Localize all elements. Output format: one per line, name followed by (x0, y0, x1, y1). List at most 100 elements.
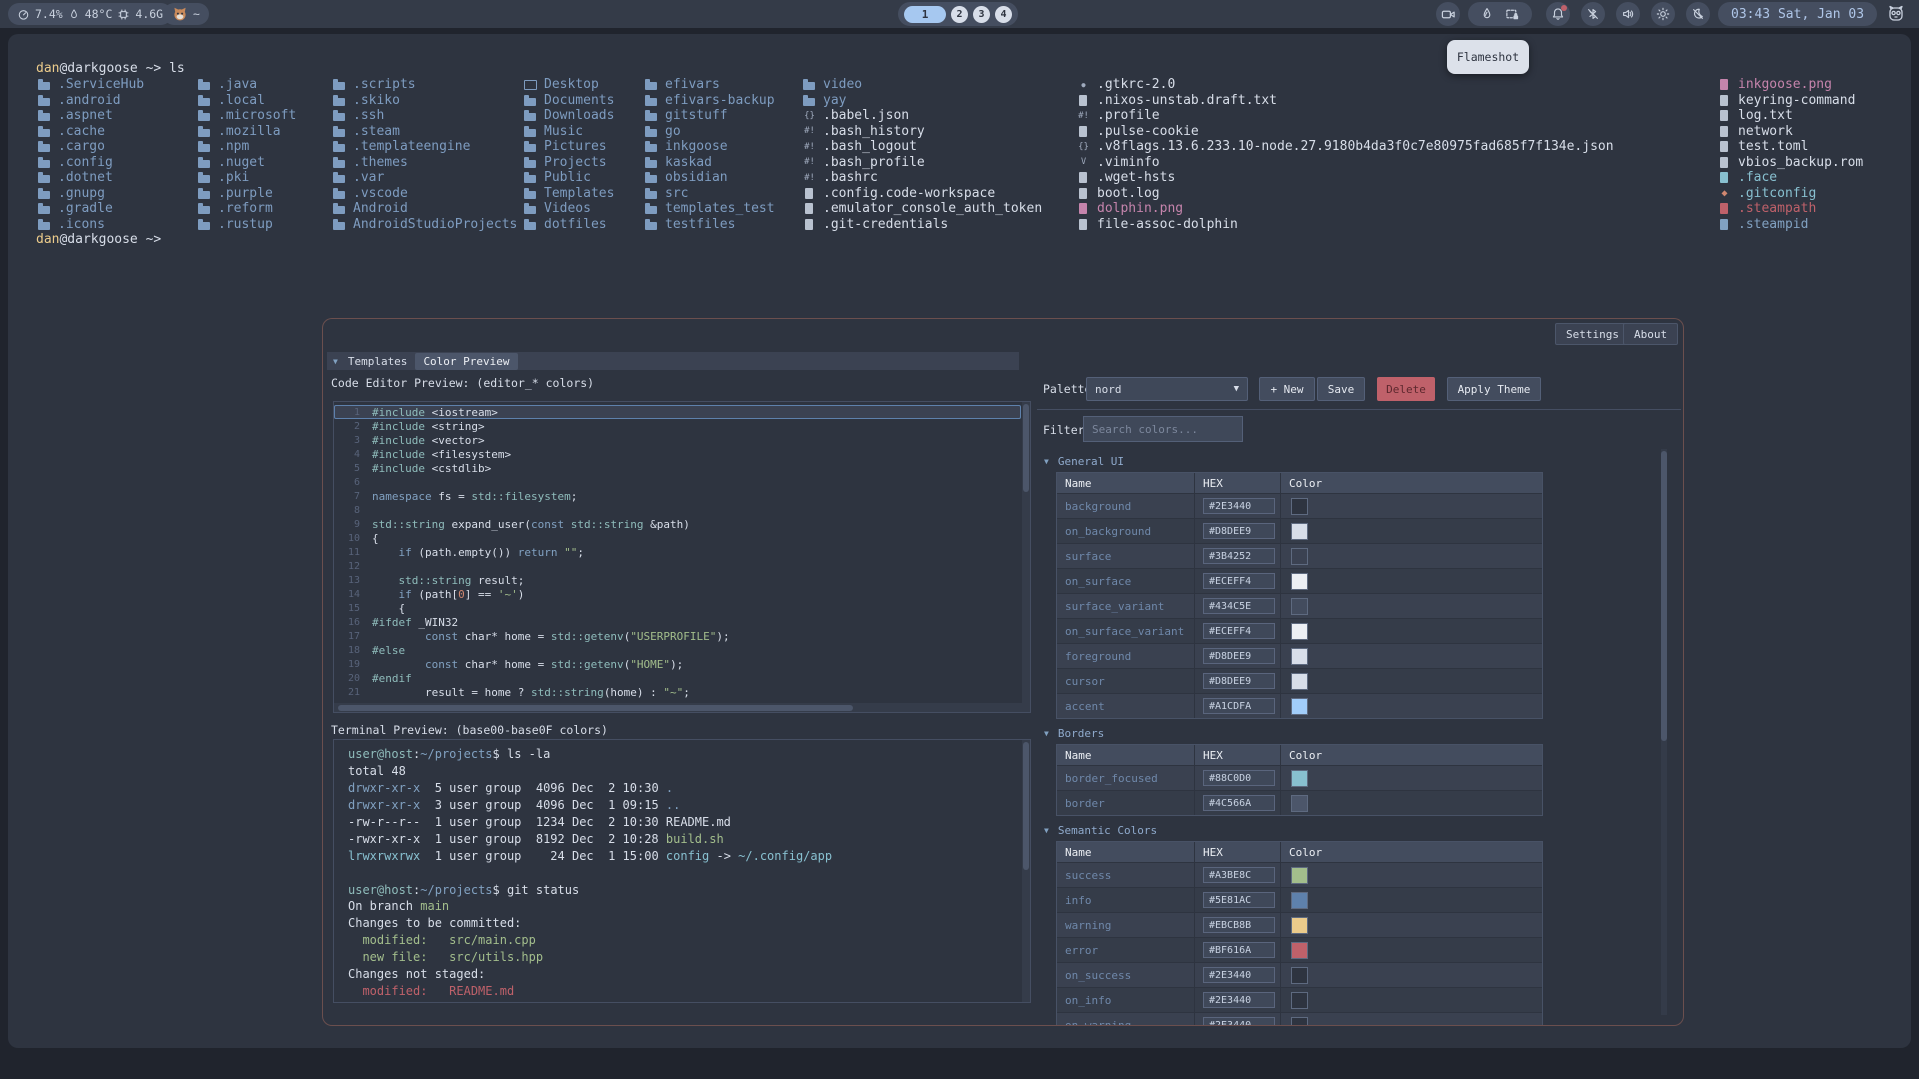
hex-input[interactable]: #3B4252 (1203, 548, 1275, 564)
ls-entry: go (645, 124, 775, 140)
workspace-4[interactable]: 4 (995, 6, 1012, 23)
ls-entry: .face (1718, 170, 1863, 186)
color-swatch[interactable] (1291, 498, 1308, 515)
color-swatch[interactable] (1291, 573, 1308, 590)
file-name: .aspnet (58, 108, 113, 123)
ls-column: efivarsefivars-backupgitstuffgoinkgoosek… (645, 77, 775, 232)
color-swatch[interactable] (1291, 942, 1308, 959)
text-segment: ); (670, 658, 683, 671)
code-horizontal-scrollbar[interactable] (334, 703, 1022, 712)
save-button[interactable]: Save (1317, 377, 1365, 401)
screenshot-area-button[interactable] (1505, 7, 1520, 22)
bluetooth-button[interactable] (1581, 2, 1605, 26)
collapse-icon[interactable]: ▼ (1044, 826, 1049, 835)
color-swatch[interactable] (1291, 917, 1308, 934)
color-swatch[interactable] (1291, 967, 1308, 984)
section-header[interactable]: ▼General UI (1044, 455, 1657, 468)
ls-entry: vbios_backup.rom (1718, 155, 1863, 171)
volume-button[interactable] (1616, 2, 1640, 26)
clock-text: 03:43 Sat, Jan 03 (1731, 7, 1864, 22)
new-palette-button[interactable]: + New (1259, 377, 1315, 401)
color-swatch[interactable] (1291, 1017, 1308, 1026)
file-name: .cache (58, 124, 105, 139)
tab-color-preview[interactable]: Color Preview (415, 353, 517, 370)
hex-input[interactable]: #2E3440 (1203, 498, 1275, 514)
shell-prompt-line[interactable]: dan@darkgoose ~> (36, 232, 161, 247)
hex-input[interactable]: #2E3440 (1203, 992, 1275, 1008)
folder-icon (38, 141, 51, 153)
color-swatch[interactable] (1291, 867, 1308, 884)
hex-input[interactable]: #D8DEE9 (1203, 648, 1275, 664)
tray-owl-button[interactable] (1884, 2, 1908, 26)
color-swatch[interactable] (1291, 548, 1308, 565)
ls-entry: .steampid (1718, 217, 1863, 233)
text-segment: ; (683, 686, 690, 699)
color-swatch[interactable] (1291, 698, 1308, 715)
terminal-line: drwxr-xr-x 3 user group 4096 Dec 1 09:15… (348, 797, 1021, 814)
color-swatch[interactable] (1291, 770, 1308, 787)
flameshot-button[interactable] (1480, 7, 1494, 21)
line-number: 15 (334, 603, 360, 614)
shell-indicator[interactable]: ~ (163, 3, 209, 25)
collapse-icon[interactable]: ▼ (1044, 457, 1049, 466)
text-segment: <vector> (432, 434, 485, 447)
color-swatch[interactable] (1291, 892, 1308, 909)
ls-entry: .dotnet (38, 170, 144, 186)
filter-input[interactable] (1083, 416, 1243, 442)
brightness-button[interactable] (1651, 2, 1675, 26)
file-icon (803, 187, 816, 199)
color-swatch[interactable] (1291, 795, 1308, 812)
system-stats[interactable]: 7.4% 48°C 4.6G (8, 3, 172, 25)
text-segment (372, 574, 399, 587)
section-header[interactable]: ▼Semantic Colors (1044, 824, 1657, 837)
color-swatch[interactable] (1291, 992, 1308, 1009)
text-segment: <string> (432, 420, 485, 433)
terminal-vertical-scrollbar[interactable] (1022, 740, 1030, 1002)
code-vertical-scrollbar[interactable] (1022, 402, 1030, 712)
file-icon (803, 203, 816, 215)
color-swatch[interactable] (1291, 523, 1308, 540)
workspace-2[interactable]: 2 (951, 6, 968, 23)
hex-input[interactable]: #D8DEE9 (1203, 673, 1275, 689)
hex-input[interactable]: #A1CDFA (1203, 698, 1275, 714)
hex-input[interactable]: #434C5E (1203, 598, 1275, 614)
ls-entry: .skiko (333, 93, 517, 109)
text-segment: (home) : (604, 686, 664, 699)
hex-input[interactable]: #88C0D0 (1203, 770, 1275, 786)
color-swatch[interactable] (1291, 648, 1308, 665)
hex-input[interactable]: #4C566A (1203, 795, 1275, 811)
text-segment: ls -la (507, 747, 550, 761)
hex-input[interactable]: #D8DEE9 (1203, 523, 1275, 539)
section-header[interactable]: ▼Borders (1044, 727, 1657, 740)
color-swatch[interactable] (1291, 598, 1308, 615)
workspace-1[interactable]: 1 (904, 6, 946, 23)
clock[interactable]: 03:43 Sat, Jan 03 (1718, 2, 1877, 26)
code-line: 6 (334, 475, 1021, 489)
tab-templates[interactable]: Templates (348, 355, 408, 368)
line-number: 10 (334, 533, 360, 544)
color-swatch[interactable] (1291, 673, 1308, 690)
screen-record-button[interactable] (1436, 2, 1460, 26)
notifications-button[interactable] (1546, 2, 1570, 26)
file-name: .face (1738, 170, 1777, 185)
workspace-3[interactable]: 3 (973, 6, 990, 23)
file-name: Desktop (544, 77, 599, 92)
palette-dropdown[interactable]: nord ▼ (1086, 377, 1248, 401)
collapse-icon[interactable]: ▼ (1044, 729, 1049, 738)
hex-input[interactable]: #ECEFF4 (1203, 623, 1275, 639)
delete-button[interactable]: Delete (1377, 377, 1435, 401)
color-swatch[interactable] (1291, 623, 1308, 640)
panel-scrollbar[interactable] (1661, 449, 1667, 1015)
apply-theme-button[interactable]: Apply Theme (1447, 377, 1541, 401)
hex-input[interactable]: #5E81AC (1203, 892, 1275, 908)
hex-input[interactable]: #2E3440 (1203, 1017, 1275, 1025)
hex-input[interactable]: #EBCB8B (1203, 917, 1275, 933)
night-light-button[interactable] (1686, 2, 1710, 26)
color-name: success (1065, 869, 1111, 882)
hex-input[interactable]: #A3BE8C (1203, 867, 1275, 883)
hex-input[interactable]: #ECEFF4 (1203, 573, 1275, 589)
code-line: 17 const char* home = std::getenv("USERP… (334, 629, 1021, 643)
hex-input[interactable]: #2E3440 (1203, 967, 1275, 983)
hex-input[interactable]: #BF616A (1203, 942, 1275, 958)
collapse-icon[interactable]: ▼ (333, 357, 338, 366)
